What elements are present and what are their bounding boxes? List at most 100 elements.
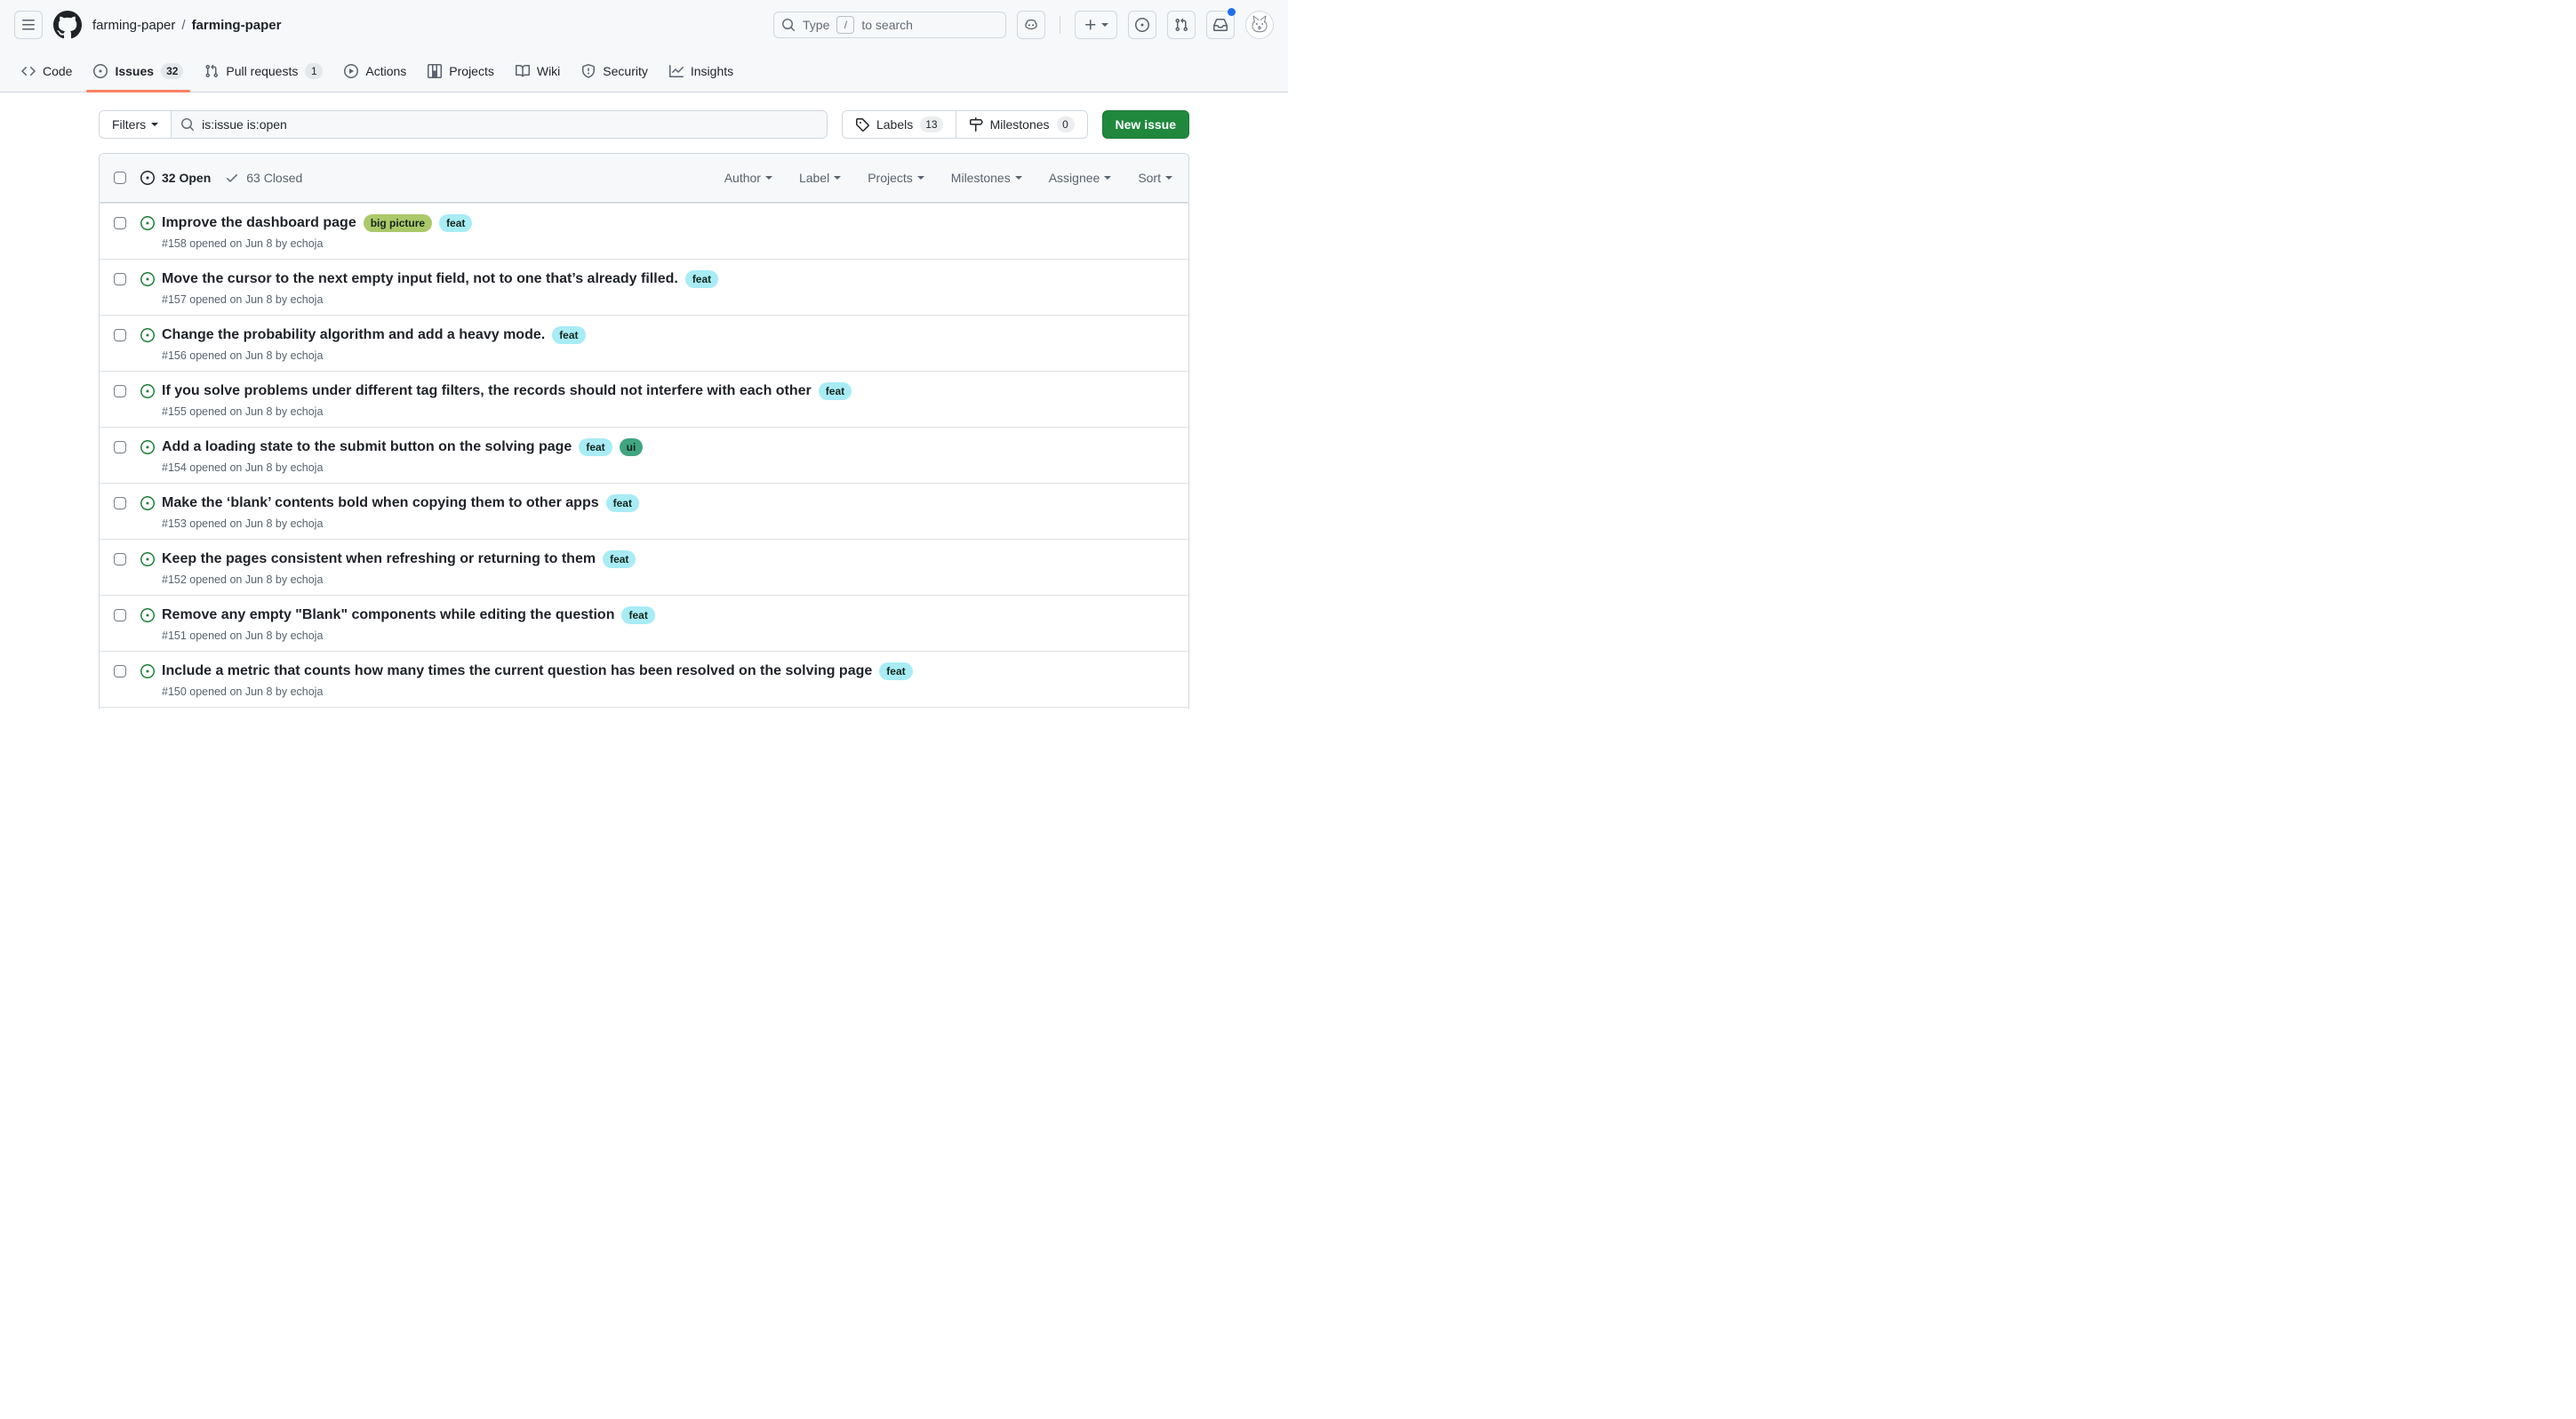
issue-meta: #156 opened on Jun 8 by echoja: [162, 349, 586, 362]
labels-milestones-group: Labels 13 Milestones 0: [842, 110, 1088, 139]
app-header: farming-paper / farming-paper Type / to …: [0, 0, 1288, 50]
label-pill[interactable]: feat: [439, 214, 472, 232]
issue-opened-icon: [140, 216, 155, 230]
tab-wiki[interactable]: Wiki: [508, 50, 567, 92]
issue-title-link[interactable]: Remove any empty "Blank" components whil…: [162, 605, 614, 626]
milestones-label: Milestones: [990, 117, 1050, 132]
closed-issues-toggle[interactable]: 63 Closed: [225, 171, 302, 185]
tab-insights[interactable]: Insights: [662, 50, 740, 92]
issue-main: Move the cursor to the next empty input …: [162, 269, 718, 306]
issue-title-link[interactable]: Include a metric that counts how many ti…: [162, 661, 872, 682]
issue-row: Change the probability algorithm and add…: [100, 315, 1188, 371]
issue-checkbox[interactable]: [114, 273, 126, 285]
issue-checkbox[interactable]: [114, 609, 126, 621]
git-pull-request-icon: [204, 64, 219, 78]
issue-title-link[interactable]: Add a loading state to the submit button…: [162, 437, 572, 458]
dropdown-label: Sort: [1138, 171, 1161, 185]
tab-actions[interactable]: Actions: [337, 50, 413, 92]
issue-opened-icon: [140, 664, 155, 678]
issue-title-link[interactable]: Move the cursor to the next empty input …: [162, 269, 678, 290]
label-pill[interactable]: big picture: [364, 214, 432, 232]
issue-checkbox[interactable]: [114, 329, 126, 341]
global-search-input[interactable]: Type / to search: [773, 12, 1006, 38]
tag-icon: [855, 117, 869, 132]
tab-label: Projects: [449, 64, 494, 78]
milestones-filter-dropdown[interactable]: Milestones: [951, 171, 1022, 185]
hamburger-menu-button[interactable]: [14, 11, 43, 39]
issue-row: Make the ‘blank’ contents bold when copy…: [100, 483, 1188, 539]
issues-search-input[interactable]: is:issue is:open: [172, 111, 827, 138]
label-pill[interactable]: feat: [621, 606, 654, 624]
issue-title-link[interactable]: If you solve problems under different ta…: [162, 381, 812, 402]
notifications-inbox-button[interactable]: [1206, 11, 1235, 39]
tab-security[interactable]: Security: [574, 50, 655, 92]
label-pill[interactable]: feat: [879, 662, 912, 680]
search-icon: [180, 117, 195, 132]
main-content: Filters is:issue is:open Labels 13 Miles…: [0, 110, 1288, 710]
issue-row: If you solve problems under different ta…: [100, 371, 1188, 427]
code-icon: [21, 64, 36, 78]
issue-opened-icon: [140, 384, 155, 398]
issue-checkbox[interactable]: [114, 217, 126, 229]
tab-label: Security: [603, 64, 648, 78]
label-pill[interactable]: feat: [606, 494, 639, 512]
label-pill[interactable]: ui: [620, 438, 644, 456]
github-issues-page: farming-paper / farming-paper Type / to …: [0, 0, 1288, 710]
issue-checkbox[interactable]: [114, 441, 126, 453]
select-all-checkbox[interactable]: [114, 172, 126, 184]
dropdown-label: Milestones: [951, 171, 1011, 185]
chevron-down-icon: [765, 176, 772, 183]
issue-checkbox[interactable]: [114, 553, 126, 565]
issues-list-container: 32 Open 63 Closed Author Label Projects …: [99, 153, 1189, 710]
issue-opened-icon: [140, 171, 155, 185]
your-pull-requests-button[interactable]: [1167, 11, 1196, 39]
github-logo[interactable]: [53, 11, 82, 39]
milestone-icon: [969, 117, 983, 132]
create-new-button[interactable]: [1075, 11, 1117, 39]
issues-list-header: 32 Open 63 Closed Author Label Projects …: [100, 154, 1188, 203]
issue-title-link[interactable]: Make the ‘blank’ contents bold when copy…: [162, 493, 599, 514]
tab-code[interactable]: Code: [14, 50, 79, 92]
sort-dropdown[interactable]: Sort: [1138, 171, 1172, 185]
label-pill[interactable]: feat: [603, 550, 636, 568]
issue-checkbox[interactable]: [114, 497, 126, 509]
issue-meta: #152 opened on Jun 8 by echoja: [162, 573, 636, 586]
issue-title-link[interactable]: Improve the dashboard page: [162, 212, 356, 234]
issue-row: Move the cursor to the next empty input …: [100, 259, 1188, 315]
issue-row-clipped: [100, 707, 1188, 710]
tab-projects[interactable]: Projects: [420, 50, 501, 92]
issue-title-link[interactable]: Change the probability algorithm and add…: [162, 325, 545, 346]
tab-label: Actions: [365, 64, 406, 78]
label-filter-dropdown[interactable]: Label: [799, 171, 841, 185]
milestones-button[interactable]: Milestones 0: [956, 111, 1087, 138]
label-pill[interactable]: feat: [685, 270, 718, 288]
label-pill[interactable]: feat: [552, 326, 585, 344]
your-issues-button[interactable]: [1128, 11, 1156, 39]
issue-row: Keep the pages consistent when refreshin…: [100, 539, 1188, 595]
new-issue-button[interactable]: New issue: [1102, 110, 1189, 139]
issue-row: Improve the dashboard page big picture f…: [100, 203, 1188, 259]
assignee-filter-dropdown[interactable]: Assignee: [1049, 171, 1112, 185]
breadcrumb-repo-link[interactable]: farming-paper: [192, 18, 282, 33]
issue-title-link[interactable]: Keep the pages consistent when refreshin…: [162, 549, 596, 570]
shield-icon: [581, 64, 596, 78]
open-issues-toggle[interactable]: 32 Open: [140, 171, 211, 185]
issue-main: Make the ‘blank’ contents bold when copy…: [162, 493, 639, 530]
labels-button[interactable]: Labels 13: [843, 111, 956, 138]
tab-pull-requests[interactable]: Pull requests1: [197, 50, 330, 92]
issue-checkbox[interactable]: [114, 665, 126, 677]
filters-dropdown-button[interactable]: Filters: [100, 111, 172, 138]
projects-filter-dropdown[interactable]: Projects: [868, 171, 924, 185]
avatar[interactable]: [1245, 11, 1274, 39]
tab-issues[interactable]: Issues32: [86, 50, 190, 92]
chevron-down-icon: [834, 176, 841, 183]
label-pill[interactable]: feat: [819, 382, 852, 400]
label-pill[interactable]: feat: [579, 438, 612, 456]
chevron-down-icon: [1101, 23, 1108, 30]
issue-checkbox[interactable]: [114, 385, 126, 397]
author-filter-dropdown[interactable]: Author: [724, 171, 772, 185]
search-placeholder-suffix: to search: [861, 18, 913, 32]
issue-meta: #157 opened on Jun 8 by echoja: [162, 293, 718, 306]
breadcrumb-owner-link[interactable]: farming-paper: [92, 18, 175, 33]
copilot-button[interactable]: [1017, 11, 1045, 39]
